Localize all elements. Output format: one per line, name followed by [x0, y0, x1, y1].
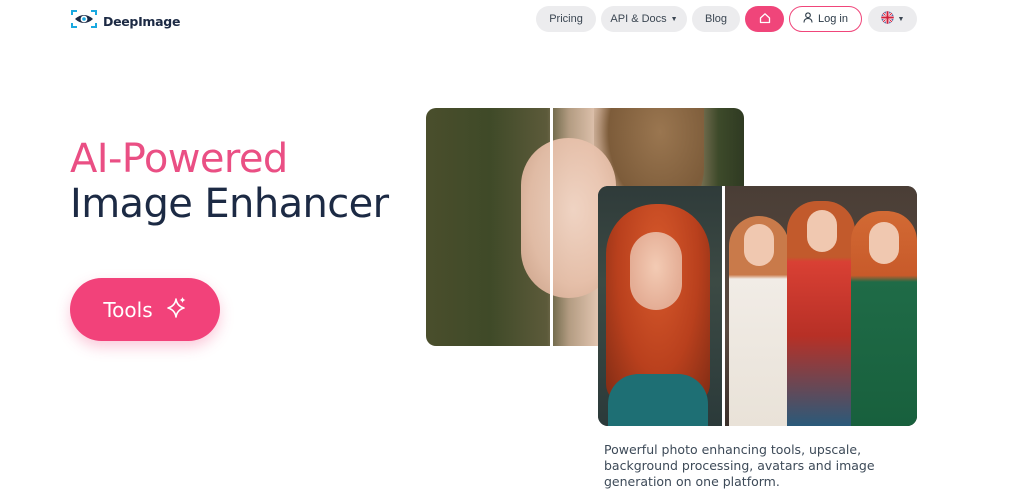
brand-name: DeepImage — [103, 14, 181, 29]
portrait-face — [630, 232, 682, 310]
nav-api-docs-dropdown[interactable]: API & Docs ▼ — [601, 6, 687, 32]
nav-blog-link[interactable]: Blog — [692, 6, 740, 32]
home-icon — [759, 12, 771, 27]
hero-title: AI-Powered Image Enhancer — [70, 136, 389, 227]
generated-avatars — [725, 186, 917, 426]
nav-api-docs-label: API & Docs — [610, 13, 667, 25]
login-label: Log in — [818, 13, 848, 25]
portrait-dress — [608, 374, 708, 426]
login-button[interactable]: Log in — [789, 6, 862, 32]
nav-blog-label: Blog — [704, 13, 728, 25]
language-selector[interactable]: ▼ — [868, 6, 917, 32]
nav-pricing-link[interactable]: Pricing — [536, 6, 596, 32]
original-portrait — [598, 186, 722, 426]
nav-pricing-label: Pricing — [549, 13, 583, 25]
brand-logo[interactable]: DeepImage — [70, 9, 180, 34]
sparkle-icon — [166, 296, 187, 323]
home-button[interactable] — [745, 6, 784, 32]
caret-down-icon: ▼ — [897, 15, 905, 23]
hero-description: Powerful photo enhancing tools, upscale,… — [604, 442, 875, 489]
uk-flag-icon — [880, 11, 894, 27]
hero-title-accent: AI-Powered — [70, 136, 288, 182]
avatar-face — [869, 222, 899, 264]
avatar-face — [744, 224, 774, 266]
caret-down-icon: ▼ — [670, 15, 678, 23]
user-icon — [803, 12, 813, 26]
eye-logo-icon — [70, 9, 98, 34]
hero-title-main: Image Enhancer — [70, 181, 389, 227]
comparison-divider[interactable] — [550, 108, 553, 346]
avatar-generation-image — [598, 186, 917, 426]
avatar-face — [807, 210, 837, 252]
tools-button-label: Tools — [103, 297, 153, 322]
tools-button[interactable]: Tools — [70, 278, 220, 341]
